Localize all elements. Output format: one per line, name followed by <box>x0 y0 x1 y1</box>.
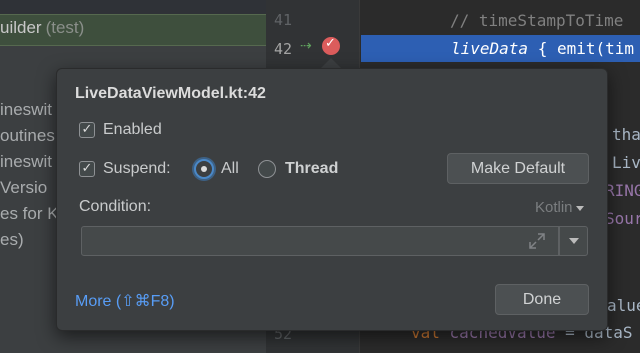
make-default-button[interactable]: Make Default <box>447 153 589 184</box>
suspend-checkbox[interactable]: ✓ <box>79 161 95 177</box>
run-to-cursor-arrow-icon[interactable]: ⇢ <box>300 38 312 54</box>
chevron-down-icon <box>575 205 584 211</box>
expand-icon[interactable] <box>528 232 546 250</box>
code-fragment: Liv <box>612 153 640 172</box>
code-fragment: Sour <box>605 209 640 228</box>
suspend-all-radio[interactable] <box>194 159 214 179</box>
tree-line[interactable]: ineswit <box>0 100 52 120</box>
tree-line[interactable]: es for K <box>0 204 59 224</box>
tree-selected-label: uilder <box>0 18 42 37</box>
chevron-down-icon <box>569 238 579 244</box>
suspend-thread-radio[interactable] <box>258 160 276 178</box>
line-number: 41 <box>274 11 293 29</box>
code-call: liveData <box>451 39 529 58</box>
condition-input[interactable] <box>81 226 559 256</box>
radio-selected-dot <box>201 166 207 172</box>
tree-line[interactable]: ineswit <box>0 152 52 172</box>
language-label: Kotlin <box>535 199 573 216</box>
suspend-thread-label[interactable]: Thread <box>285 160 338 178</box>
enabled-label[interactable]: Enabled <box>103 121 162 139</box>
code-fragment: tha <box>612 125 640 144</box>
suspend-label[interactable]: Suspend: <box>103 160 171 178</box>
tree-line[interactable]: Versio <box>0 178 47 198</box>
more-link[interactable]: More (⇧⌘F8) <box>75 291 175 311</box>
tree-line[interactable]: es) <box>0 230 24 250</box>
tree-selected-suffix: (test) <box>45 18 85 37</box>
enabled-checkbox[interactable]: ✓ <box>79 122 95 138</box>
condition-history-dropdown[interactable] <box>559 226 588 256</box>
done-button[interactable]: Done <box>495 284 589 315</box>
breakpoint-properties-popup: LiveDataViewModel.kt:42 ✓ Enabled ✓ Susp… <box>56 68 608 331</box>
line-number-current: 42 <box>274 40 293 58</box>
language-selector[interactable]: Kotlin <box>535 199 584 216</box>
code-fragment: RING <box>605 181 640 200</box>
tree-line[interactable]: outines <box>0 126 55 146</box>
project-tree-header <box>0 0 266 14</box>
tree-selected-item[interactable]: uilder (test) <box>0 18 84 38</box>
code-line-41: // timeStampToTime <box>450 11 624 30</box>
breakpoint-check-icon: ✓ <box>325 36 336 51</box>
suspend-all-label[interactable]: All <box>221 160 239 178</box>
condition-label: Condition: <box>79 198 152 215</box>
code-call-rest: { emit(tim <box>528 39 635 58</box>
popup-title: LiveDataViewModel.kt:42 <box>75 85 266 102</box>
code-fragment: alue <box>607 296 640 315</box>
code-line-42: liveData { emit(tim <box>451 39 634 58</box>
